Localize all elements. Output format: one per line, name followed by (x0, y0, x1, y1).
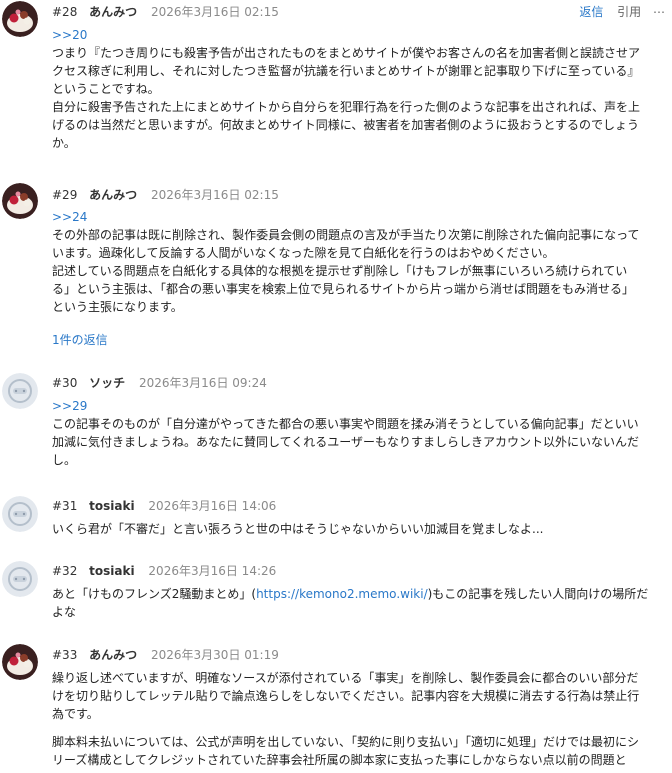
reply-anchor-link[interactable]: >>29 (52, 397, 670, 415)
comment-text-line: けを切り貼りしてレッテル貼りで論点逸らしをしないでください。記事内容を大規模に消… (52, 689, 640, 703)
comment-text-line: その外部の記事は既に削除され、製作委員会側の問題点の言及が手当たり次第に削除され… (52, 228, 640, 242)
comment-text-line: 為です。 (52, 707, 99, 721)
comment-body: >>20 つまり『たつき周りにも殺害予告が出されたものをまとめサイトが僕やお客さ… (52, 26, 670, 152)
reply-button[interactable]: 返信 (579, 5, 603, 19)
reply-anchor-link[interactable]: >>24 (52, 208, 670, 226)
avatar[interactable] (2, 561, 38, 597)
comment-number[interactable]: #31 (52, 499, 77, 513)
avatar[interactable] (2, 183, 38, 219)
comment-text-line: し。 (52, 453, 77, 467)
comment-header: #28 あんみつ 2026年3月16日 02:15 (52, 2, 279, 22)
default-avatar-icon (2, 496, 38, 532)
comment-text-line: る」という主張は、「都合の悪い事実を検索上位で見られるサイトから片っ端から消せば… (52, 282, 635, 296)
comment-author[interactable]: あんみつ (89, 648, 137, 662)
view-replies-link[interactable]: 1件の返信 (52, 331, 108, 349)
comment-date: 2026年3月16日 14:06 (148, 499, 277, 513)
avatar[interactable] (2, 644, 38, 680)
comment-number[interactable]: #30 (52, 376, 77, 390)
comment-date: 2026年3月16日 14:26 (148, 564, 277, 578)
avatar[interactable] (2, 1, 38, 37)
avatar[interactable] (2, 373, 38, 409)
comment-text: )もこの記事を残したい人間向けの場所だ (427, 587, 649, 601)
comment-author[interactable]: ソッチ (89, 376, 125, 390)
comment-date: 2026年3月30日 01:19 (151, 648, 279, 662)
comment-text-line: 加減に気付きましょうね。あなたに賛同してくれるユーザーもなりすましらしきアカウン… (52, 435, 640, 449)
comment-author[interactable]: あんみつ (89, 5, 137, 19)
comment-number[interactable]: #28 (52, 5, 77, 19)
comment-text-line: よな (52, 605, 77, 619)
comment-body: >>29 この記事そのものが「自分達がやってきた都合の悪い事実や問題を揉み消そう… (52, 397, 670, 469)
comment-text-line: 記述している問題点を白紙化する具体的な根拠を提示せず削除し「けもフレが無事にいろ… (52, 264, 628, 278)
comment-author[interactable]: tosiaki (89, 499, 134, 513)
comment-header: #31 tosiaki 2026年3月16日 14:06 (52, 496, 276, 516)
comment-text-line: クセス稼ぎに利用し、それに対したつき監督が抗議を行いまとめサイトが謝罪と記事取り… (52, 64, 640, 78)
comment-number[interactable]: #33 (52, 648, 77, 662)
comment-text-line: あと「けものフレンズ2騒動まとめ」(https://kemono2.memo.w… (52, 585, 670, 603)
comment-text-line: という主張になります。 (52, 300, 183, 314)
anmitsu-avatar-icon (2, 183, 38, 219)
comment-header: #33 あんみつ 2026年3月30日 01:19 (52, 645, 279, 665)
quote-button[interactable]: 引用 (617, 5, 641, 19)
comment-date: 2026年3月16日 02:15 (151, 188, 279, 202)
comment-text-line: この記事そのものが「自分達がやってきた都合の悪い事実や問題を揉み消そうとしている… (52, 417, 639, 431)
external-link[interactable]: https://kemono2.memo.wiki/ (256, 587, 428, 601)
reply-anchor-link[interactable]: >>20 (52, 26, 670, 44)
comment-text-line: 自分に殺害予告された上にまとめサイトから自分らを犯罪行為を行った側のような記事を… (52, 100, 641, 114)
comment-text-line: げるのは当然だと思いますが。何故まとめサイト同様に、被害者を加害者側のように扱お… (52, 118, 640, 132)
default-avatar-icon (2, 561, 38, 597)
comment-body: あと「けものフレンズ2騒動まとめ」(https://kemono2.memo.w… (52, 585, 670, 621)
comment-text-line: リーズ構成としてクレジットされていた辞事会社所属の脚本家に支払った事にしかならな… (52, 753, 627, 767)
comment-header: #29 あんみつ 2026年3月16日 02:15 (52, 185, 279, 205)
comment-body: >>24 その外部の記事は既に削除され、製作委員会側の問題点の言及が手当たり次第… (52, 208, 670, 316)
comment-text-line: か。 (52, 136, 76, 150)
more-options-icon[interactable]: ⋯ (653, 5, 666, 19)
default-avatar-icon (2, 373, 38, 409)
comment-body: 繰り返し述べていますが、明確なソースが添付されている「事実」を削除し、製作委員会… (52, 669, 670, 769)
comment-text-line: 脚本料未払いについては、公式が声明を出していない、「契約に則り支払い」「適切に処… (52, 735, 640, 749)
comment-text-line: います。過疎化して反論する人間がいなくなった隙を見て白紙化を行うのはおやめくださ… (52, 246, 555, 260)
comment-header: #30 ソッチ 2026年3月16日 09:24 (52, 373, 267, 393)
comment-date: 2026年3月16日 02:15 (151, 5, 279, 19)
comment-author[interactable]: あんみつ (89, 188, 137, 202)
anmitsu-avatar-icon (2, 1, 38, 37)
comment-number[interactable]: #32 (52, 564, 77, 578)
comment-text-line: 繰り返し述べていますが、明確なソースが添付されている「事実」を削除し、製作委員会… (52, 671, 639, 685)
comment-number[interactable]: #29 (52, 188, 77, 202)
comment-author[interactable]: tosiaki (89, 564, 134, 578)
comment-header: #32 tosiaki 2026年3月16日 14:26 (52, 561, 276, 581)
comment-text-line: いくら君が「不審だ」と言い張ろうと世の中はそうじゃないからいい加減目を覚ましなよ… (52, 522, 544, 536)
anmitsu-avatar-icon (2, 644, 38, 680)
comment-body: いくら君が「不審だ」と言い張ろうと世の中はそうじゃないからいい加減目を覚ましなよ… (52, 520, 670, 538)
comment-text-line: ということですね。 (52, 82, 160, 96)
comment-text-line: つまり『たつき周りにも殺害予告が出されたものをまとめサイトが僕やお客さんの名を加… (52, 46, 641, 60)
comment-text: あと「けものフレンズ2騒動まとめ」( (52, 587, 257, 601)
comment-actions: 返信 引用 ⋯ (579, 2, 666, 22)
avatar[interactable] (2, 496, 38, 532)
comment-date: 2026年3月16日 09:24 (139, 376, 267, 390)
